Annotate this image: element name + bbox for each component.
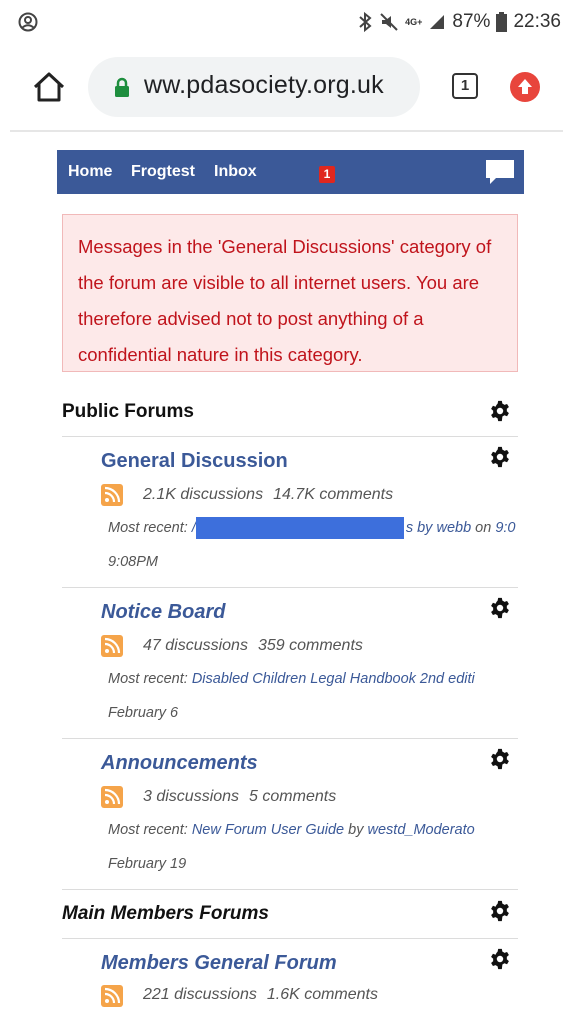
account-icon <box>18 12 38 32</box>
discussion-count: 47 discussions <box>143 637 248 654</box>
bluetooth-icon <box>359 11 372 33</box>
section-divider <box>62 938 518 939</box>
forum-divider <box>62 889 518 890</box>
section-divider <box>62 436 518 437</box>
comment-count: 359 comments <box>257 637 363 654</box>
most-recent-label: Most recent: <box>108 671 188 687</box>
forum-title-members-general-forum[interactable]: Members General Forum <box>101 952 337 975</box>
discussion-count: 2.1K discussions <box>143 486 264 503</box>
clock: 22:36 <box>513 11 561 32</box>
lock-icon <box>115 77 129 97</box>
post-date: February 6 <box>108 705 179 721</box>
rss-icon[interactable] <box>101 484 123 506</box>
battery-icon <box>496 12 508 32</box>
forum-divider <box>62 587 518 588</box>
post-date: 9:08PM <box>108 554 158 570</box>
on-label: on <box>475 520 492 536</box>
section-public-forums: Public Forums <box>62 401 194 422</box>
forum-nav-bar: Home Frogtest Inbox 1 <box>57 150 524 194</box>
tab-switcher-button[interactable]: 1 <box>452 73 478 99</box>
mute-icon <box>380 13 398 31</box>
most-recent-link[interactable]: New Forum User Guide <box>192 822 344 838</box>
nav-inbox-link[interactable]: Inbox <box>214 163 257 181</box>
status-bar: 4G+ 87% 22:36 <box>0 0 563 44</box>
author-link[interactable]: webb <box>436 520 471 536</box>
by-label: s by <box>405 520 433 536</box>
forum-title-notice-board[interactable]: Notice Board <box>101 601 225 624</box>
gear-icon[interactable] <box>489 597 511 619</box>
gear-icon[interactable] <box>489 948 511 970</box>
most-recent-post: Most recent: New Forum User Guide by wes… <box>108 822 526 838</box>
forum-divider <box>62 738 518 739</box>
rss-icon[interactable] <box>101 985 123 1007</box>
address-bar[interactable]: ww.pdasociety.org.uk <box>88 57 420 117</box>
nav-home-link[interactable]: Home <box>68 163 112 181</box>
inbox-count-badge: 1 <box>319 166 335 183</box>
redaction-box <box>196 517 404 539</box>
update-icon[interactable] <box>510 72 540 102</box>
forum-stats: 221 discussions 1.6K comments <box>143 986 378 1004</box>
gear-icon[interactable] <box>489 446 511 468</box>
comment-count: 14.7K comments <box>273 486 394 503</box>
gear-icon[interactable] <box>489 900 511 922</box>
discussion-count: 221 discussions <box>143 986 257 1003</box>
gear-icon[interactable] <box>489 400 511 422</box>
most-recent-label: Most recent: <box>108 520 188 536</box>
most-recent-link[interactable]: Disabled Children Legal Handbook 2nd edi… <box>192 671 475 687</box>
url-text: ww.pdasociety.org.uk <box>144 71 384 99</box>
comment-count: 5 comments <box>249 788 337 805</box>
warning-text: Messages in the 'General Discussions' ca… <box>78 236 492 365</box>
section-main-members-forums: Main Members Forums <box>62 903 269 924</box>
chat-icon[interactable] <box>484 158 516 186</box>
rss-icon[interactable] <box>101 635 123 657</box>
post-date: February 19 <box>108 856 187 872</box>
rss-icon[interactable] <box>101 786 123 808</box>
most-recent-post: Most recent: Disabled Children Legal Han… <box>108 671 526 687</box>
browser-toolbar: ww.pdasociety.org.uk 1 <box>0 54 563 120</box>
battery-percent: 87% <box>452 11 491 32</box>
by-label: by <box>348 822 364 838</box>
post-time-link[interactable]: 9:0 <box>495 520 515 536</box>
gear-icon[interactable] <box>489 748 511 770</box>
most-recent-label: Most recent: <box>108 822 188 838</box>
home-icon[interactable] <box>32 70 66 104</box>
forum-stats: 47 discussions 359 comments <box>143 637 363 655</box>
toolbar-divider <box>10 130 563 132</box>
discussion-count: 3 discussions <box>143 788 240 805</box>
forum-title-general-discussion[interactable]: General Discussion <box>101 450 288 473</box>
comment-count: 1.6K comments <box>266 986 378 1003</box>
author-link[interactable]: westd_Moderato <box>368 822 475 838</box>
signal-icon <box>430 15 445 29</box>
privacy-warning: Messages in the 'General Discussions' ca… <box>62 214 518 372</box>
forum-stats: 3 discussions 5 comments <box>143 788 336 806</box>
nav-frogtest-link[interactable]: Frogtest <box>131 163 195 181</box>
forum-title-announcements[interactable]: Announcements <box>101 752 258 775</box>
network-type: 4G+ <box>405 16 423 27</box>
forum-stats: 2.1K discussions 14.7K comments <box>143 486 393 504</box>
